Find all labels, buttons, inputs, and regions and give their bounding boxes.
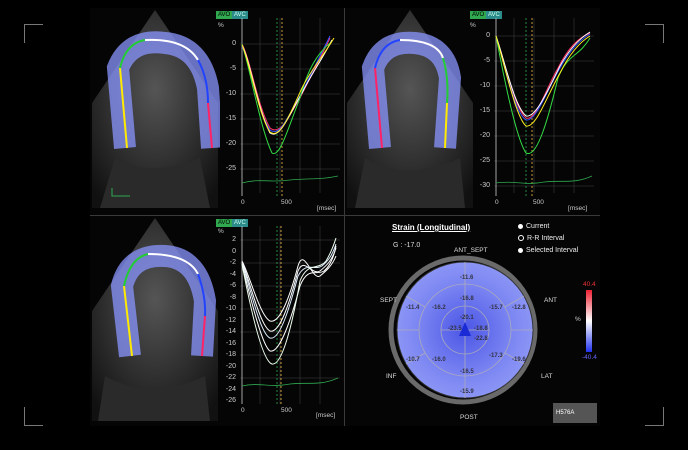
strain-graph-bottom-left[interactable] [240,226,340,406]
segment-value: -12.8 [512,305,526,311]
y-tick: 0 [486,32,490,39]
segment-value: -11.6 [460,275,474,281]
y-tick: -15 [225,115,236,122]
colorbar-max-label: 40.4 [583,281,596,288]
bullseye-title: Strain (Longitudinal) [392,223,471,232]
y-tick: -4 [229,270,236,278]
y-tick: -14 [225,328,236,335]
global-strain-value: G : -17.0 [393,242,421,249]
time-unit: [msec] [317,205,337,212]
echo-image-bottom-left[interactable] [90,216,220,424]
y-tick: -6 [229,282,236,289]
segment-value: -11.4 [406,305,420,311]
viewport-corner-top-right [645,24,664,43]
y-tick: -30 [479,182,490,189]
wall-label-post: POST [460,414,478,421]
legend-current[interactable]: Current [518,223,549,230]
y-tick: -22 [225,374,236,381]
y-tick: -18 [225,351,236,358]
y-axis-labels-top-right: 0 -5 -10 -15 -20 -25 -30 [474,32,490,192]
y-tick: -24 [225,385,236,393]
wall-label-lat: LAT [541,373,553,380]
wall-label-sept: SEPT [380,297,397,304]
y-tick: -5 [483,57,490,64]
y-tick: -10 [225,305,236,312]
segment-value: -17.3 [489,353,503,359]
legend-rr-interval[interactable]: R-R Interval [518,235,564,242]
viewport-corner-bottom-left [24,407,43,426]
y-tick: 2 [232,236,236,243]
y-tick: -10 [479,82,490,89]
ring-icon [518,235,524,242]
y-tick: -25 [225,165,236,172]
y-tick: -16 [225,339,236,347]
segment-value: -16.2 [432,305,446,311]
dot-icon [518,223,523,229]
segment-value: -18.8 [474,326,488,332]
model-label: H576A [553,403,597,423]
x-tick: 500 [281,407,292,414]
segment-value: -16.0 [432,357,446,363]
wall-label-ant: ANT [544,297,557,304]
y-tick: -10 [225,90,236,97]
y-tick: -8 [229,293,236,301]
y-tick: -20 [225,140,236,147]
segment-value: -16.5 [460,369,474,375]
y-tick: -15 [479,107,490,114]
y-tick: -2 [229,259,236,266]
segment-value: -19.6 [512,357,526,363]
strain-graph-top-right[interactable] [494,18,594,198]
percent-unit: % [218,228,224,235]
y-tick: -12 [225,316,236,324]
wall-label-inf: INF [386,373,397,380]
y-tick: -20 [225,362,236,370]
segment-value: -22.8 [474,336,488,342]
segment-value: -15.7 [489,305,503,311]
colorbar-min-label: -40.4 [582,354,597,361]
avo-tag: AVO [216,219,233,227]
y-tick: -5 [229,65,236,72]
x-tick: 500 [533,199,544,206]
viewport-corner-top-left [24,24,43,43]
echo-image-top-right[interactable] [345,8,475,215]
y-tick: -20 [479,132,490,139]
time-unit: [msec] [316,412,336,419]
segment-value: -23.5 [448,326,462,332]
segment-value: -16.8 [460,296,474,302]
percent-unit: % [470,22,476,29]
y-tick: -26 [225,397,236,404]
segment-value: -20.1 [460,315,474,321]
segment-value: -10.7 [406,357,420,363]
x-tick: 0 [241,199,245,206]
y-tick: 0 [232,40,236,47]
y-axis-labels-top-left: 0 -5 -10 -15 -20 -25 [220,40,236,180]
echo-image-top-left[interactable] [90,8,220,215]
time-unit: [msec] [568,205,588,212]
avo-tag: AVO [216,11,233,19]
colorbar-unit: % [575,316,581,323]
strain-graph-top-left[interactable] [240,18,340,198]
viewport-corner-bottom-right [645,407,664,426]
y-tick: -25 [479,157,490,164]
x-tick: 0 [495,199,499,206]
avo-tag: AVO [470,11,487,19]
bullseye-plot[interactable] [385,250,545,410]
wall-label-ant-sept: ANT_SEPT [454,247,488,254]
percent-unit: % [218,22,224,29]
y-tick: 0 [232,247,236,255]
segment-value: -15.9 [460,389,474,395]
x-tick: 0 [241,407,245,414]
strain-colorbar [586,290,592,352]
x-tick: 500 [281,199,292,206]
y-axis-labels-bottom-left: 2 0 -2 -4 -6 -8 -10 -12 -14 -16 -18 -20 … [220,236,236,406]
